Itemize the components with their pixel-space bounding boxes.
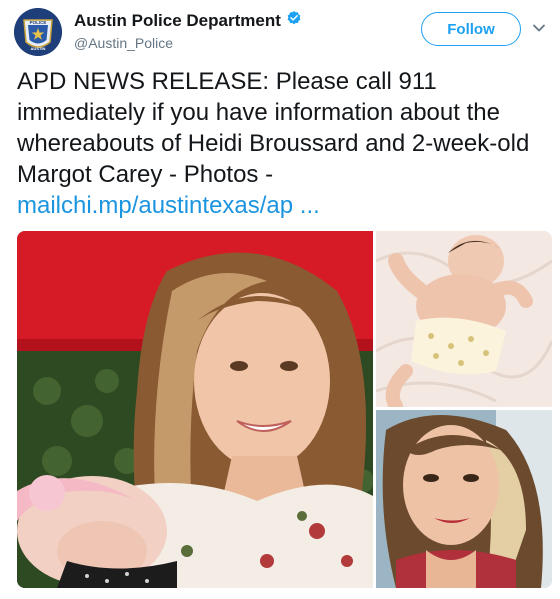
svg-text:AUSTIN: AUSTIN — [31, 46, 46, 51]
verified-badge-icon — [286, 10, 302, 31]
account-name[interactable]: Austin Police Department — [74, 10, 302, 31]
woman-selfie-photo[interactable] — [376, 410, 552, 588]
tweet-header: POLICE AUSTIN Austin Police Department @… — [0, 0, 560, 62]
tweet-link[interactable]: mailchi.mp/austintexas/ap ... — [17, 192, 320, 219]
account-name-text[interactable]: Austin Police Department — [74, 11, 281, 31]
chevron-down-icon[interactable] — [531, 20, 547, 36]
follow-button[interactable]: Follow — [421, 12, 521, 46]
woman-holding-baby-photo[interactable] — [17, 231, 373, 588]
tweet-body: APD NEWS RELEASE: Please call 911 immedi… — [17, 68, 530, 188]
svg-text:POLICE: POLICE — [30, 20, 47, 25]
police-badge-icon[interactable]: POLICE AUSTIN — [14, 8, 62, 56]
account-handle[interactable]: @Austin_Police — [74, 35, 173, 51]
baby-on-blanket-photo[interactable] — [376, 231, 552, 407]
media-grid[interactable] — [17, 231, 552, 588]
tweet-text: APD NEWS RELEASE: Please call 911 immedi… — [17, 66, 552, 221]
